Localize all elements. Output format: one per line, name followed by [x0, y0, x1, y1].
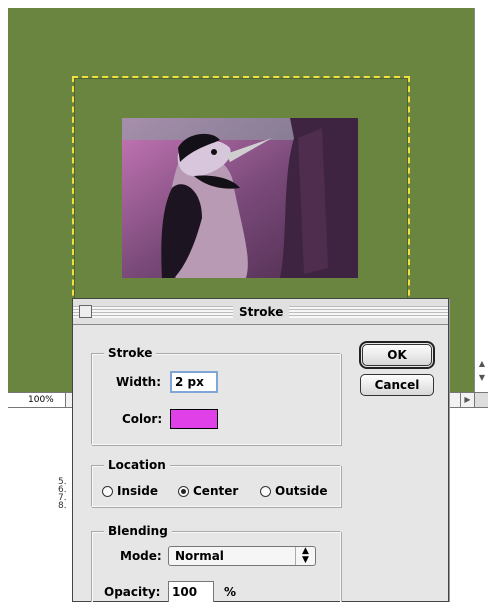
ok-button[interactable]: OK [359, 341, 435, 369]
radio-outside-label: Outside [275, 484, 328, 498]
opacity-label: Opacity: [104, 585, 161, 599]
cancel-button[interactable]: Cancel [360, 374, 434, 396]
radio-inside[interactable]: Inside [102, 484, 158, 498]
radio-center[interactable]: Center [178, 484, 238, 498]
list-item: 8. [58, 501, 67, 511]
triangle-up-icon[interactable]: ▲ [476, 358, 488, 370]
blending-group: Blending Mode: Normal ▲ ▼ Opacity: 100 % [91, 523, 341, 602]
mode-value: Normal [175, 549, 224, 563]
radio-outside[interactable]: Outside [260, 484, 327, 498]
zoom-level[interactable]: 100% [8, 393, 66, 407]
radio-inside-label: Inside [117, 484, 158, 498]
dialog-titlebar[interactable]: Stroke [73, 299, 448, 325]
radio-button-icon[interactable] [260, 485, 271, 497]
location-group: Location Inside Center Outside [91, 457, 341, 507]
stroke-dialog: Stroke Stroke Width: 2 px Color: Locatio… [72, 298, 449, 602]
triangle-down-icon[interactable]: ▼ [476, 372, 488, 384]
opacity-field[interactable]: 100 [168, 581, 214, 602]
background-list: 5. 6. 7. 8. [58, 478, 67, 511]
radio-center-label: Center [193, 484, 239, 498]
woodpecker-photo [122, 118, 358, 278]
mode-popup[interactable]: Normal ▲ ▼ [168, 546, 316, 566]
stroke-group: Stroke Width: 2 px Color: [91, 345, 341, 445]
width-field[interactable]: 2 px [170, 371, 218, 393]
stroke-color-swatch[interactable] [170, 409, 218, 429]
color-label: Color: [122, 412, 163, 426]
location-group-title: Location [104, 457, 170, 473]
blending-group-title: Blending [104, 523, 172, 539]
dialog-title: Stroke [233, 305, 290, 319]
popup-arrows-icon: ▲ ▼ [295, 547, 315, 565]
close-box[interactable] [79, 305, 92, 318]
vertical-scrollbar[interactable]: ▲ ▼ [474, 8, 488, 392]
radio-button-selected-icon[interactable] [178, 485, 189, 497]
opacity-unit: % [224, 585, 237, 599]
resize-box[interactable] [474, 393, 488, 407]
triangle-right-icon[interactable]: ▶ [460, 393, 474, 407]
radio-button-icon[interactable] [102, 485, 113, 497]
stroke-group-title: Stroke [104, 345, 157, 361]
width-label: Width: [116, 375, 162, 389]
woodpecker-image [122, 118, 358, 278]
mode-label: Mode: [120, 549, 162, 563]
